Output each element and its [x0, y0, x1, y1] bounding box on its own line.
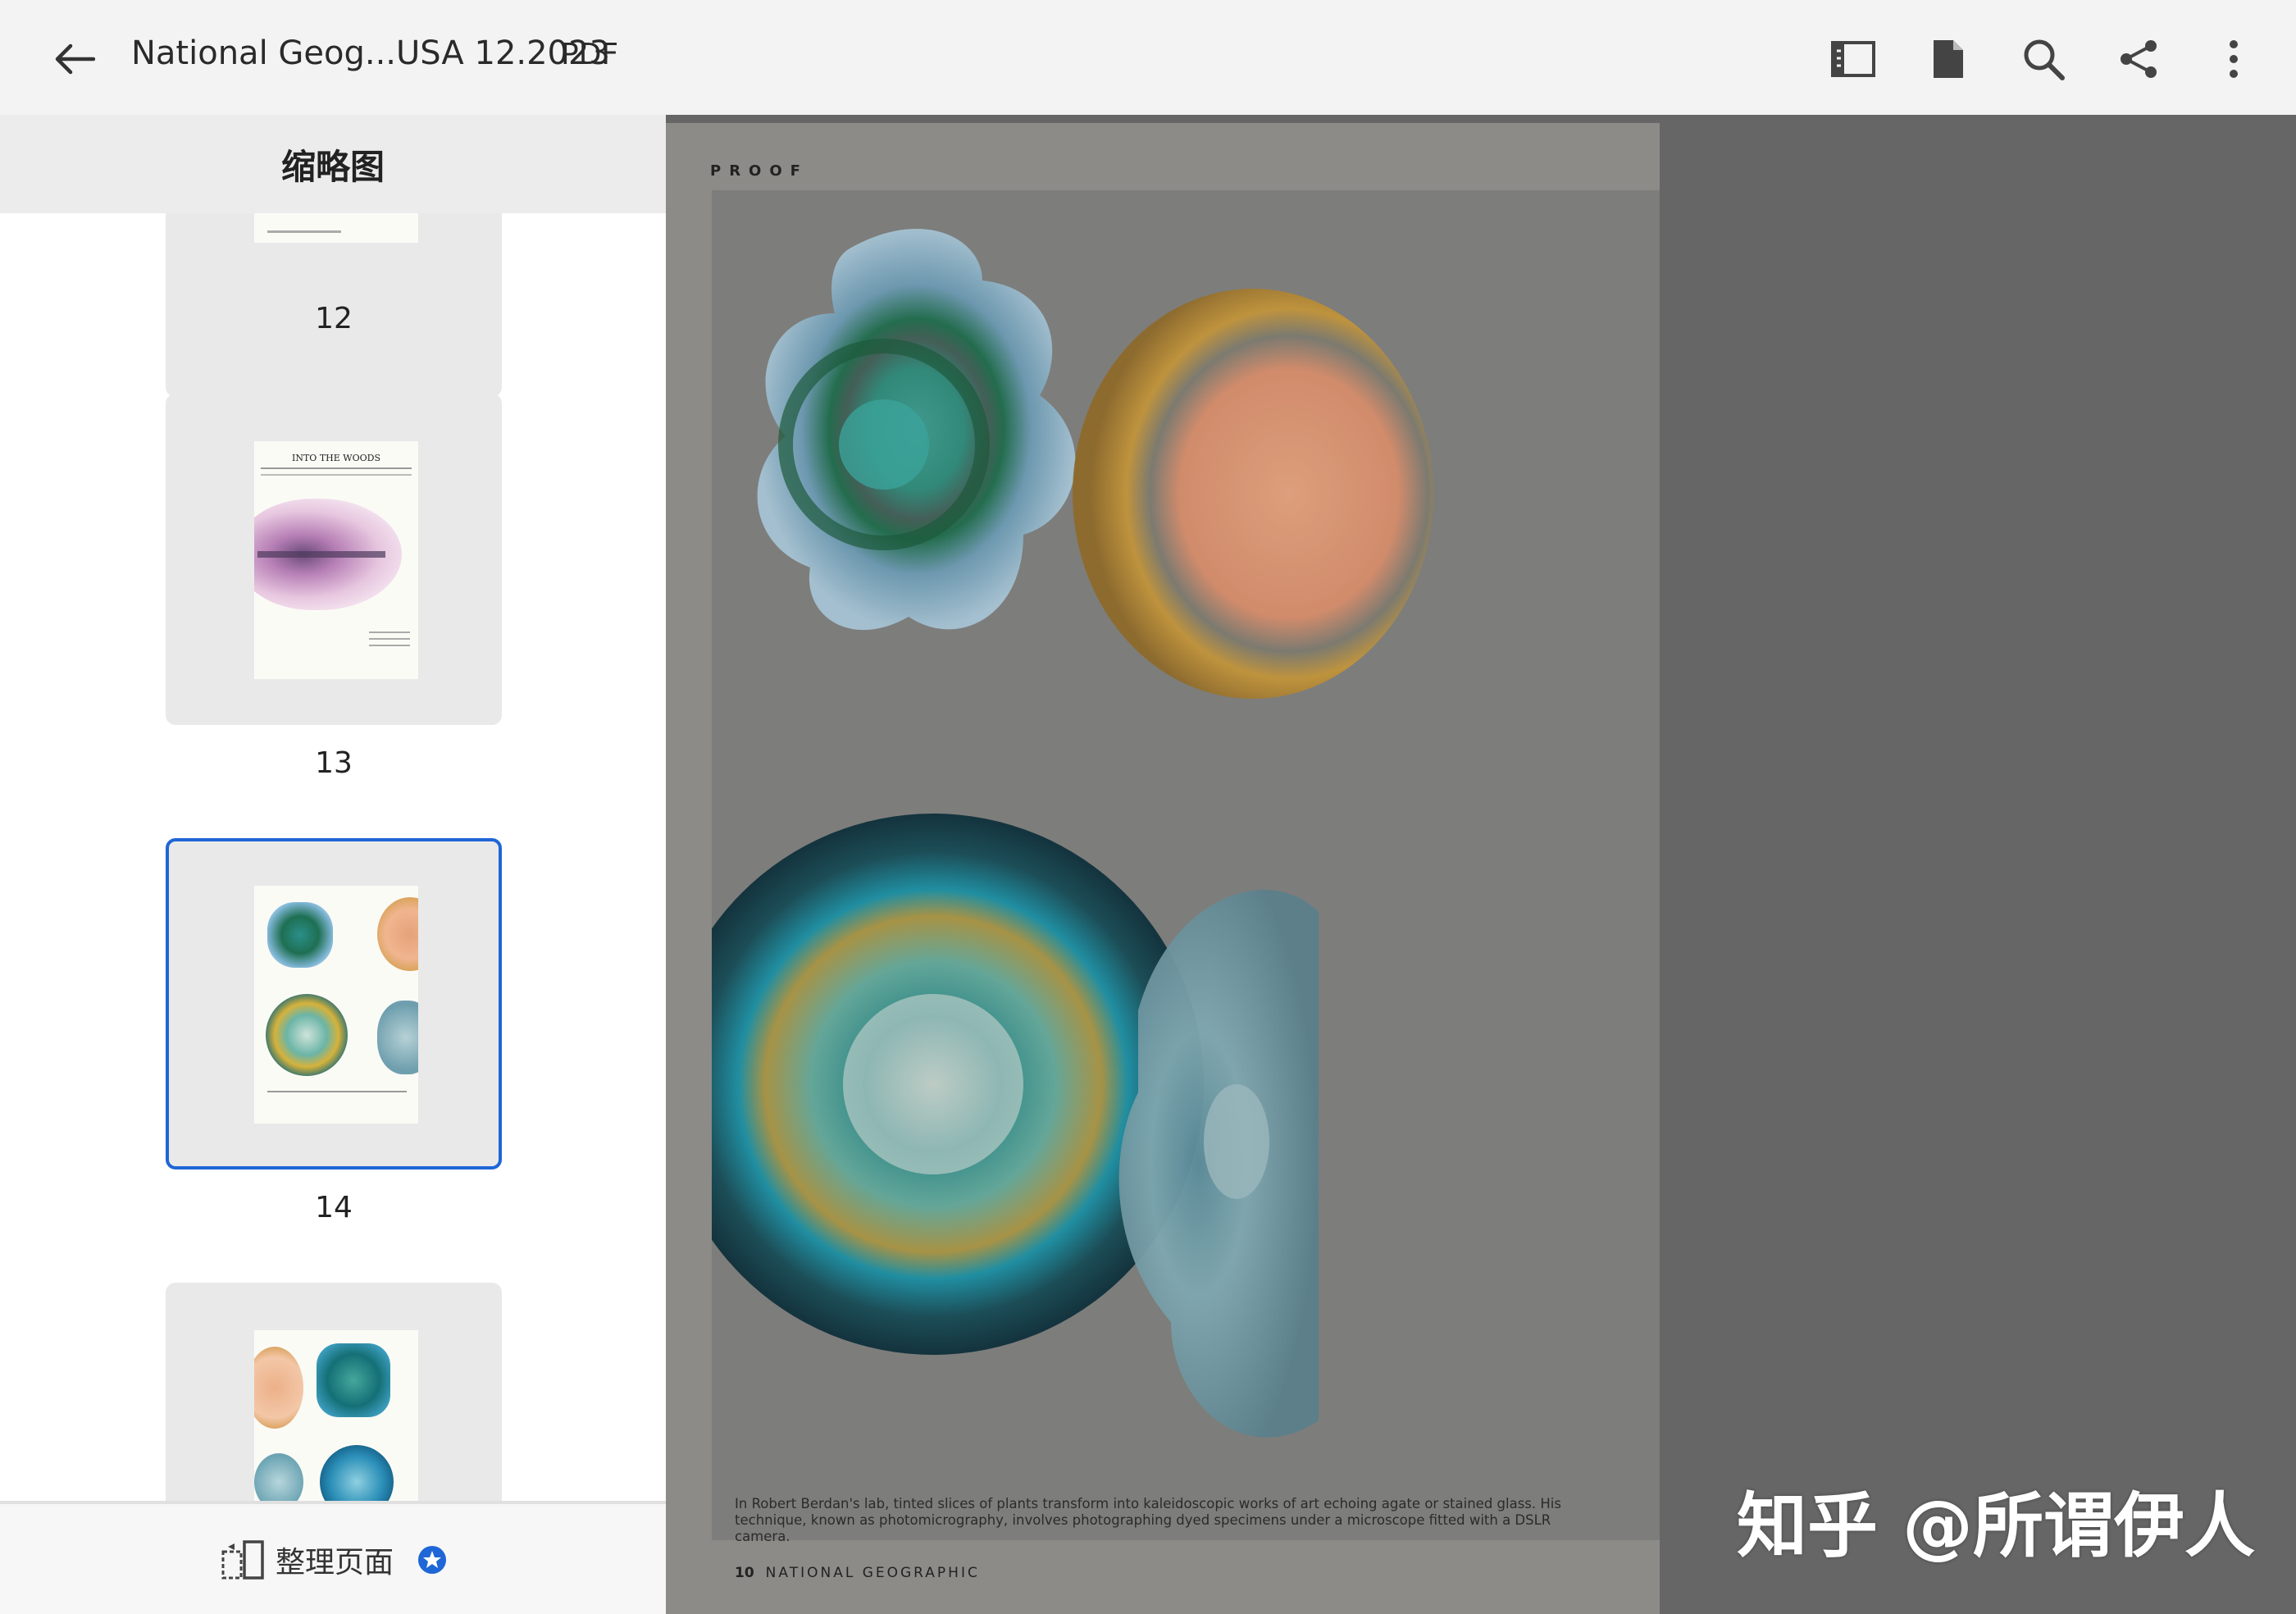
back-arrow-icon [55, 43, 95, 75]
thumbnail-page-number: 12 [315, 302, 353, 335]
document-title: National Geog...USA 12.2023 [131, 34, 610, 72]
pdf-reader-app: National Geog...USA 12.2023 PDF 缩略图 12 I… [0, 0, 2296, 1614]
share-button[interactable] [2104, 25, 2173, 93]
document-type-label: PDF [561, 38, 619, 71]
document-viewer[interactable]: PROOF In Robert Berdan's lab, tinted sli… [666, 115, 2296, 1614]
organize-pages-icon [221, 1540, 264, 1580]
thumbnail-page-number: 13 [315, 746, 353, 780]
watermark-text: 知乎 @所谓伊人 [1737, 1485, 2255, 1567]
thumbnail-image: INTO THE WOODS [254, 441, 418, 679]
share-icon [2121, 40, 2157, 78]
thumbnail-page-13[interactable]: INTO THE WOODS [166, 394, 502, 725]
thumbnail-sidebar[interactable]: 缩略图 12 INTO THE WOODS 13 14 整理页面 [0, 115, 666, 1614]
sidebar-toggle-button[interactable] [1819, 25, 1888, 93]
sidebar-header: 缩略图 [0, 115, 666, 213]
premium-badge-icon [418, 1546, 447, 1574]
folio-page-number: 10 [735, 1565, 754, 1581]
proof-label: PROOF [710, 162, 809, 180]
page-view-button[interactable] [1914, 25, 1983, 93]
top-toolbar: National Geog...USA 12.2023 PDF [0, 0, 2296, 115]
page-folio: 10 NATIONAL GEOGRAPHIC [735, 1565, 980, 1581]
back-button[interactable] [39, 25, 108, 93]
search-icon [2024, 39, 2065, 80]
organize-pages-label: 整理页面 [276, 1546, 394, 1580]
document-icon [1934, 40, 1963, 78]
sidebar-toggle-icon [1831, 41, 1875, 77]
plant-cross-sections-image [666, 229, 1433, 1438]
sidebar-title: 缩略图 [280, 146, 385, 187]
thumbnail-page-number: 14 [315, 1191, 353, 1224]
thumbnail-headline: INTO THE WOODS [292, 453, 380, 463]
more-icon [2230, 40, 2238, 78]
photo-caption: In Robert Berdan's lab, tinted slices of… [735, 1496, 1561, 1544]
more-options-button[interactable] [2199, 25, 2268, 93]
sidebar-footer: 整理页面 [0, 1501, 666, 1614]
page-photo [666, 190, 1660, 1540]
thumbnail-page-14[interactable] [166, 838, 502, 1169]
thumbnail-image [254, 886, 418, 1124]
pdf-page: PROOF In Robert Berdan's lab, tinted sli… [666, 123, 1660, 1614]
organize-pages-button[interactable]: 整理页面 [221, 1535, 448, 1584]
search-button[interactable] [2009, 25, 2078, 93]
folio-magazine-name: NATIONAL GEOGRAPHIC [765, 1565, 980, 1581]
